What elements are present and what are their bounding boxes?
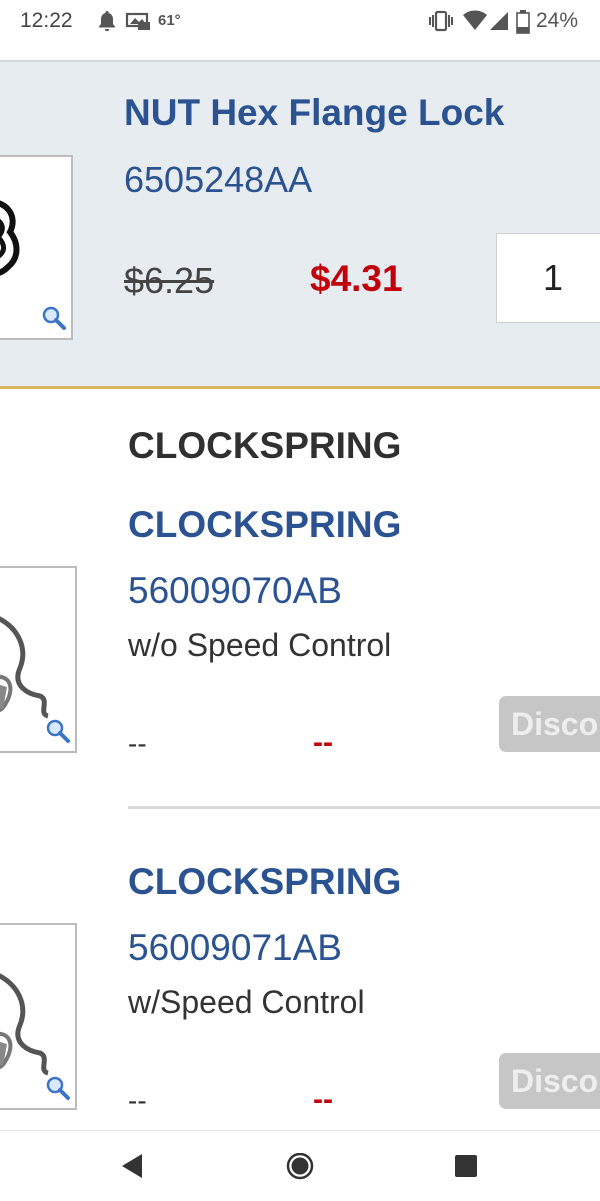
zoom-icon[interactable]: [41, 305, 67, 336]
part-thumbnail[interactable]: [0, 923, 77, 1110]
notification-bell-icon: [97, 10, 117, 37]
part-name[interactable]: CLOCKSPRING: [128, 504, 401, 546]
part-number[interactable]: 56009071AB: [128, 927, 342, 969]
status-temperature: 61°: [158, 12, 181, 29]
status-time: 12:22: [20, 9, 73, 32]
part-thumbnail[interactable]: [0, 155, 73, 340]
part-title[interactable]: NUT Hex Flange Lock: [124, 92, 504, 134]
system-navigation-bar: [0, 1130, 600, 1201]
signal-icon: [490, 10, 510, 37]
part-number[interactable]: 6505248AA: [124, 159, 312, 201]
part-description: w/o Speed Control: [128, 627, 392, 663]
zoom-icon[interactable]: [45, 1075, 71, 1106]
vibrate-icon: [428, 10, 454, 37]
list-price: --: [128, 1085, 147, 1116]
zoom-icon[interactable]: [45, 718, 71, 749]
sale-price: --: [313, 726, 333, 759]
part-number[interactable]: 56009070AB: [128, 570, 342, 612]
section-heading: CLOCKSPRING: [128, 425, 402, 466]
part-description: w/Speed Control: [128, 984, 365, 1020]
recents-icon[interactable]: [454, 1153, 478, 1184]
status-battery-percent: 24%: [536, 9, 579, 32]
weather-icon: [124, 10, 152, 37]
status-bar: 12:22 61° 24%: [0, 0, 600, 44]
discontinued-button[interactable]: Disco: [499, 1053, 600, 1109]
sale-price: $4.31: [310, 258, 403, 299]
part-thumbnail[interactable]: [0, 566, 77, 753]
item-divider: [128, 806, 600, 809]
discontinued-button[interactable]: Disco: [499, 696, 600, 752]
wifi-icon: [462, 10, 488, 37]
featured-part-row[interactable]: NUT Hex Flange Lock 6505248AA $6.25 $4.3…: [0, 60, 600, 389]
original-price: $6.25: [124, 260, 215, 301]
sale-price: --: [313, 1083, 333, 1116]
home-icon[interactable]: [286, 1152, 314, 1186]
back-icon[interactable]: [120, 1153, 144, 1184]
battery-icon: [516, 10, 530, 39]
part-name[interactable]: CLOCKSPRING: [128, 861, 401, 903]
quantity-input[interactable]: 1: [496, 233, 600, 323]
list-price: --: [128, 728, 147, 759]
